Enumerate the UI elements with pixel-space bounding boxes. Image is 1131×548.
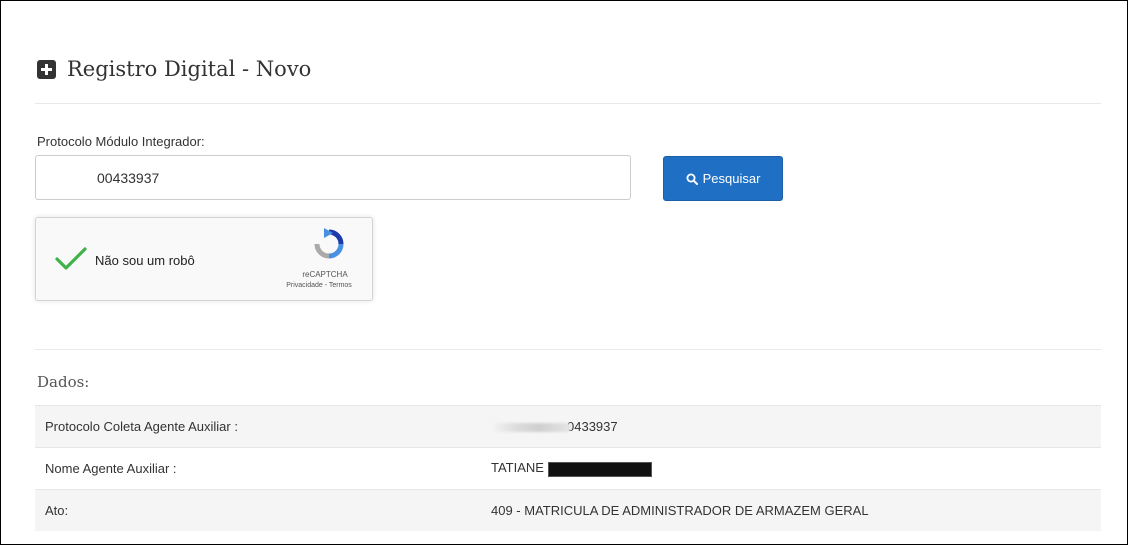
recaptcha-logo-icon (314, 228, 344, 259)
header-divider (35, 103, 1101, 104)
page-title: Registro Digital - Novo (67, 57, 312, 81)
row-label: Nome Agente Auxiliar : (35, 447, 481, 490)
search-button-label: Pesquisar (702, 171, 761, 186)
redaction-bar (547, 461, 652, 477)
protocol-label: Protocolo Módulo Integrador: (37, 134, 205, 149)
details-table: Protocolo Coleta Agente Auxiliar : 04339… (35, 405, 1101, 531)
row-value: 0433937 (567, 419, 618, 434)
details-section-title: Dados: (37, 373, 90, 391)
captcha-label: Não sou um robô (95, 253, 195, 268)
page-header: Registro Digital - Novo (37, 57, 311, 81)
recaptcha-widget: Não sou um robô reCAPTCHA Privacidade - … (35, 217, 373, 301)
blurred-redaction (491, 423, 571, 433)
checkmark-icon[interactable] (54, 246, 88, 272)
protocol-input[interactable] (35, 155, 631, 200)
recaptcha-links[interactable]: Privacidade - Termos (269, 282, 369, 289)
row-value: TATIANE (491, 460, 544, 476)
page-frame: Registro Digital - Novo Protocolo Módulo… (0, 0, 1128, 545)
row-label: Protocolo Coleta Agente Auxiliar : (35, 405, 481, 448)
row-value-cell: 409 - MATRICULA DE ADMINISTRADOR DE ARMA… (481, 489, 1101, 531)
section-divider (35, 349, 1101, 350)
search-icon (686, 173, 698, 185)
row-value-cell: TATIANE (481, 447, 1101, 490)
plus-square-icon (37, 59, 56, 79)
table-row: Nome Agente Auxiliar : TATIANE (35, 447, 1101, 490)
table-row: Protocolo Coleta Agente Auxiliar : 04339… (35, 405, 1101, 448)
recaptcha-brand: reCAPTCHA (302, 270, 348, 279)
search-button[interactable]: Pesquisar (663, 156, 783, 201)
row-value: 409 - MATRICULA DE ADMINISTRADOR DE ARMA… (491, 503, 869, 518)
row-value-cell: 0433937 (481, 405, 1101, 448)
row-label: Ato: (35, 489, 481, 531)
table-row: Ato: 409 - MATRICULA DE ADMINISTRADOR DE… (35, 489, 1101, 531)
